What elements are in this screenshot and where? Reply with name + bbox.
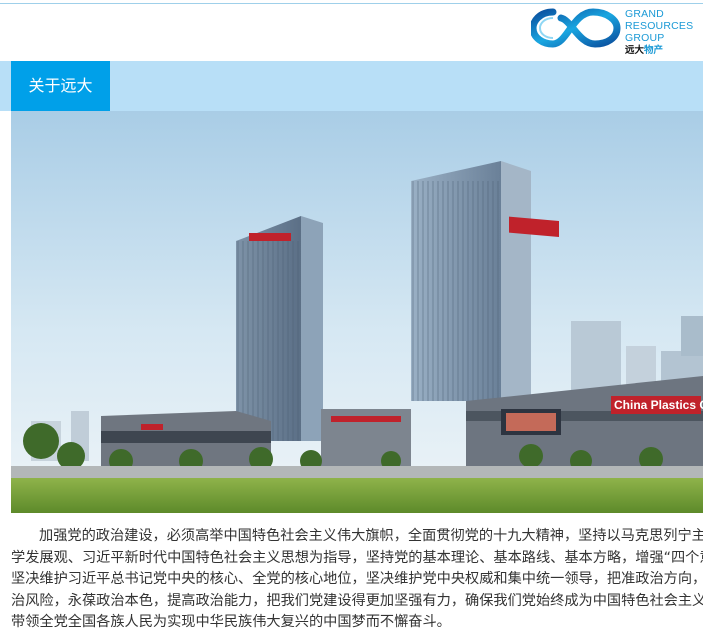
article-line-5: 带领全党全国各族人民为实现中华民族伟大复兴的中国梦而不懈奋斗。 [11, 614, 451, 630]
infinity-logo-icon [531, 8, 621, 48]
top-divider [0, 3, 703, 4]
article-line-1: 加强党的政治建设，必须高举中国特色社会主义伟大旗帜，全面贯彻党的十九大精神，坚持… [39, 528, 703, 544]
tab-about[interactable]: 关于远大 [11, 61, 110, 111]
logo-line-1: GRAND [625, 8, 664, 20]
article-line-2: 学发展观、习近平新时代中国特色社会主义思想为指导，坚持党的基本理论、基本路线、基… [11, 549, 703, 566]
article-line-3: 坚决维护习近平总书记党中央的核心、全党的核心地位，坚决维护党中央权威和集中统一领… [11, 571, 703, 587]
hero-building-photo: China Plastics City [11, 111, 703, 513]
article-paragraph: 加强党的政治建设，必须高举中国特色社会主义伟大旗帜，全面贯彻党的十九大精神，坚持… [11, 526, 703, 634]
brand-logo[interactable]: GRAND RESOURCES GROUP 远大物产 [531, 6, 703, 56]
logo-chinese-name: 远大物产 [625, 45, 664, 56]
logo-line-2: RESOURCES [625, 20, 694, 32]
mall-sign-text: China Plastics City [614, 398, 703, 412]
building-rendering-image: China Plastics City [11, 111, 703, 513]
article-line-4: 治风险，永葆政治本色，提高政治能力，把我们党建设得更加坚强有力，确保我们党始终成… [11, 592, 703, 609]
logo-line-3: GROUP [625, 32, 665, 44]
